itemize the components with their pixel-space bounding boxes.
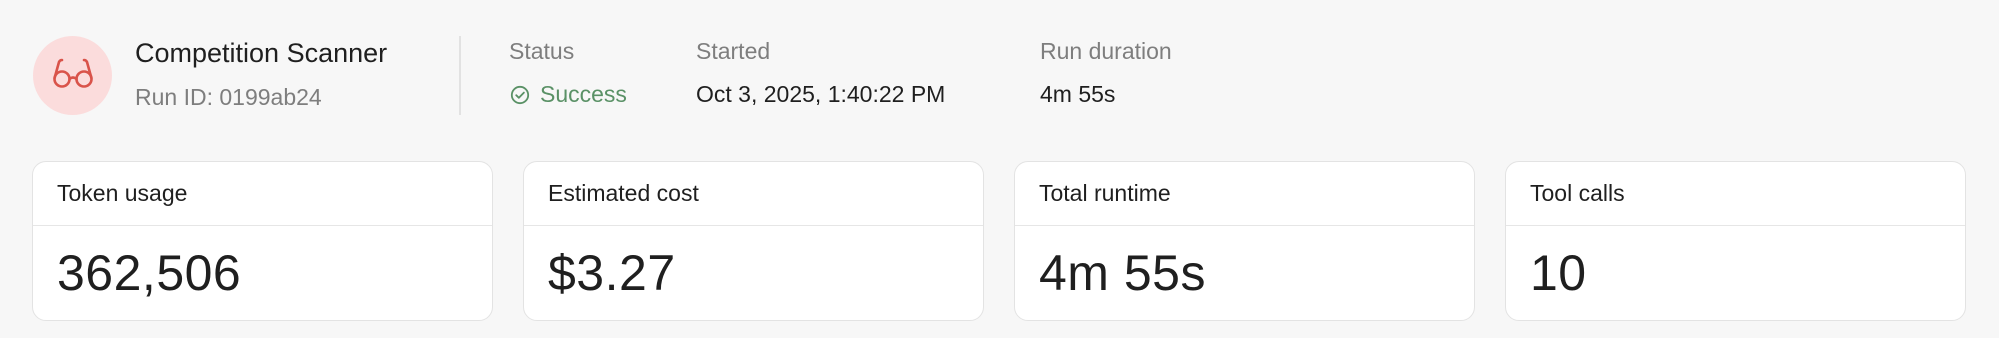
tool-calls-card: Tool calls 10 xyxy=(1505,161,1966,321)
started-label: Started xyxy=(696,38,771,64)
status-value: Success xyxy=(540,81,627,107)
card-title: Estimated cost xyxy=(524,162,983,226)
card-title: Tool calls xyxy=(1506,162,1965,226)
estimated-cost-card: Estimated cost $3.27 xyxy=(523,161,984,321)
agent-name: Competition Scanner xyxy=(135,38,388,68)
run-duration-label: Run duration xyxy=(1040,38,1172,64)
card-value: 4m 55s xyxy=(1039,245,1206,301)
run-header: Competition Scanner Run ID: 0199ab24 Sta… xyxy=(0,0,1999,150)
card-value: 10 xyxy=(1530,245,1587,301)
card-title: Total runtime xyxy=(1015,162,1474,226)
started-value: Oct 3, 2025, 1:40:22 PM xyxy=(696,81,946,107)
header-divider xyxy=(459,36,461,115)
total-runtime-card: Total runtime 4m 55s xyxy=(1014,161,1475,321)
token-usage-card: Token usage 362,506 xyxy=(32,161,493,321)
status-badge: Success xyxy=(510,81,627,108)
agent-avatar xyxy=(33,36,112,115)
card-value: 362,506 xyxy=(57,245,242,301)
card-value: $3.27 xyxy=(548,245,676,301)
status-label: Status xyxy=(509,38,575,64)
check-circle-icon xyxy=(510,85,530,105)
card-title: Token usage xyxy=(33,162,492,226)
glasses-icon xyxy=(52,57,94,94)
run-duration-value: 4m 55s xyxy=(1040,81,1116,107)
run-id: Run ID: 0199ab24 xyxy=(135,84,322,110)
